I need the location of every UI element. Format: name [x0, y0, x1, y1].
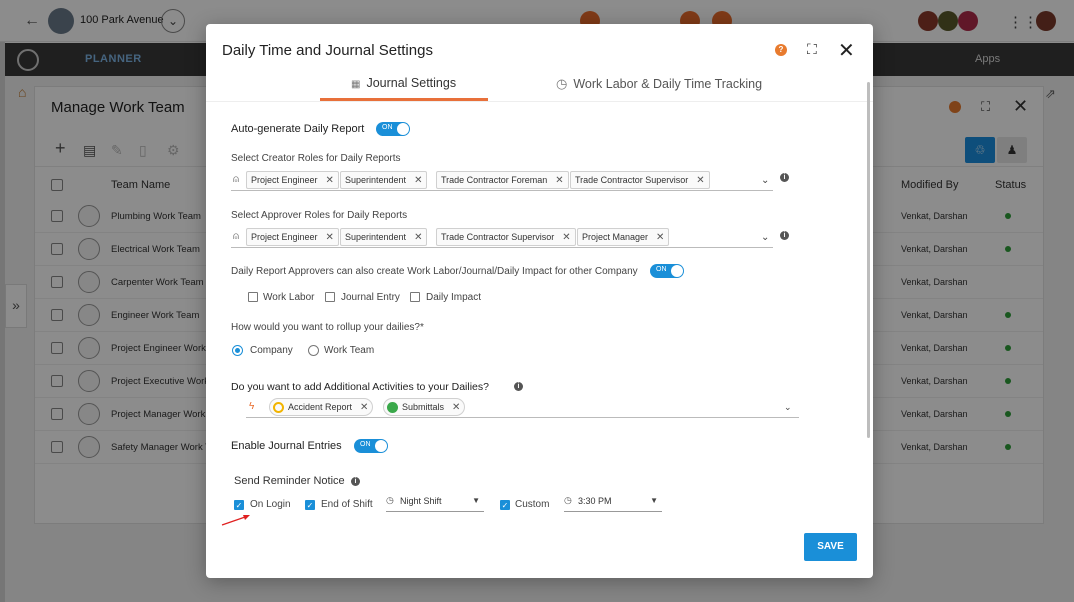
remove-icon[interactable]: ✕: [696, 175, 704, 186]
help-icon[interactable]: ?: [775, 44, 787, 56]
role-icon: ⍝: [233, 174, 239, 185]
custom-label: Custom: [515, 499, 550, 510]
annotation-arrow-icon: [221, 515, 250, 526]
daily-impact-checkbox[interactable]: [410, 292, 420, 302]
activities-field[interactable]: ϟ Accident Report ✕ Submittals ✕ ⌄: [246, 398, 799, 418]
reminder-label: Send Reminder Notice: [234, 475, 345, 487]
chip-approver-role: Project Engineer ✕: [246, 228, 339, 246]
chip-approver-role: Project Manager ✕: [577, 228, 670, 246]
caret-down-icon: ▼: [650, 496, 658, 505]
submittals-icon: [387, 402, 398, 413]
approvers-create-label: Daily Report Approvers can also create W…: [231, 266, 638, 277]
remove-icon[interactable]: ✕: [656, 232, 664, 243]
auto-generate-toggle[interactable]: ON: [376, 122, 410, 136]
on-login-checkbox[interactable]: ✓: [234, 500, 244, 510]
chip-creator-role: Superintendent ✕: [340, 171, 428, 189]
work-team-radio-label: Work Team: [324, 345, 375, 356]
chip-creator-role: Trade Contractor Supervisor ✕: [570, 171, 710, 189]
work-team-radio[interactable]: [308, 345, 319, 356]
save-button[interactable]: SAVE: [804, 533, 857, 561]
chip-approver-role: Trade Contractor Supervisor ✕: [436, 228, 576, 246]
enable-journal-toggle[interactable]: ON: [354, 439, 388, 453]
caret-down-icon: ▼: [472, 496, 480, 505]
role-icon: ⍝: [233, 231, 239, 242]
company-radio-label: Company: [250, 345, 293, 356]
remove-icon[interactable]: ✕: [326, 175, 334, 186]
chip-creator-role: Project Engineer ✕: [246, 171, 339, 189]
remove-icon[interactable]: ✕: [555, 175, 563, 186]
journal-entry-label: Journal Entry: [341, 292, 400, 303]
expand-icon[interactable]: ⛶: [807, 41, 817, 58]
additional-activities-label: Do you want to add Additional Activities…: [231, 381, 489, 393]
tab-journal-settings[interactable]: ▦ Journal Settings: [351, 76, 456, 90]
chevron-down-icon[interactable]: ⌄: [784, 402, 792, 413]
scrollbar[interactable]: [867, 82, 870, 438]
chip-accident-report: Accident Report ✕: [269, 398, 374, 416]
clock-icon: ◷: [386, 495, 394, 505]
clock-icon: ◷: [556, 76, 568, 91]
modal-title: Daily Time and Journal Settings: [222, 42, 433, 59]
company-radio[interactable]: [232, 345, 243, 356]
chip-creator-role: Trade Contractor Foreman ✕: [436, 171, 569, 189]
work-labor-checkbox[interactable]: [248, 292, 258, 302]
chip-submittals: Submittals ✕: [383, 398, 466, 416]
info-icon[interactable]: i: [780, 231, 789, 240]
auto-generate-label: Auto-generate Daily Report: [231, 123, 365, 135]
work-labor-label: Work Labor: [263, 292, 315, 303]
info-icon[interactable]: i: [514, 382, 523, 391]
creator-roles-field[interactable]: ⍝ Project Engineer ✕ Superintendent ✕ Trad…: [231, 171, 773, 191]
journal-entry-checkbox[interactable]: [325, 292, 335, 302]
rollup-label: How would you want to rollup your dailie…: [231, 322, 424, 333]
activity-icon: ϟ: [249, 401, 255, 412]
accident-report-icon: [273, 402, 284, 413]
close-icon[interactable]: ✕: [838, 38, 855, 63]
chevron-down-icon[interactable]: ⌄: [761, 175, 769, 186]
approver-roles-field[interactable]: ⍝ Project Engineer ✕ Superintendent ✕ Trad…: [231, 228, 773, 248]
remove-icon[interactable]: ✕: [414, 232, 422, 243]
settings-modal: Daily Time and Journal Settings ? ⛶ ✕ ▦ J…: [206, 24, 873, 578]
info-icon[interactable]: i: [780, 173, 789, 182]
enable-journal-label: Enable Journal Entries: [231, 440, 342, 452]
creator-roles-label: Select Creator Roles for Daily Reports: [231, 153, 401, 164]
approver-roles-label: Select Approver Roles for Daily Reports: [231, 210, 408, 221]
remove-icon[interactable]: ✕: [326, 232, 334, 243]
shift-select[interactable]: ◷ Night Shift ▼: [386, 494, 484, 512]
chip-approver-role: Superintendent ✕: [340, 228, 428, 246]
remove-icon[interactable]: ✕: [452, 402, 460, 413]
remove-icon[interactable]: ✕: [360, 402, 368, 413]
journal-icon: ▦: [351, 79, 361, 90]
chevron-down-icon[interactable]: ⌄: [761, 232, 769, 243]
end-of-shift-checkbox[interactable]: ✓: [305, 500, 315, 510]
on-login-label: On Login: [250, 499, 291, 510]
remove-icon[interactable]: ✕: [562, 232, 570, 243]
remove-icon[interactable]: ✕: [414, 175, 422, 186]
info-icon[interactable]: i: [351, 477, 360, 486]
tab-bar: ▦ Journal Settings ◷ Work Labor & Daily Ti…: [206, 68, 873, 102]
approvers-create-toggle[interactable]: ON: [650, 264, 684, 278]
daily-impact-label: Daily Impact: [426, 292, 482, 303]
custom-checkbox[interactable]: ✓: [500, 500, 510, 510]
custom-time-select[interactable]: ◷ 3:30 PM ▼: [564, 494, 662, 512]
tab-divider: [206, 101, 873, 102]
end-of-shift-label: End of Shift: [321, 499, 373, 510]
clock-icon: ◷: [564, 495, 572, 505]
tab-work-labor[interactable]: ◷ Work Labor & Daily Time Tracking: [556, 76, 762, 92]
